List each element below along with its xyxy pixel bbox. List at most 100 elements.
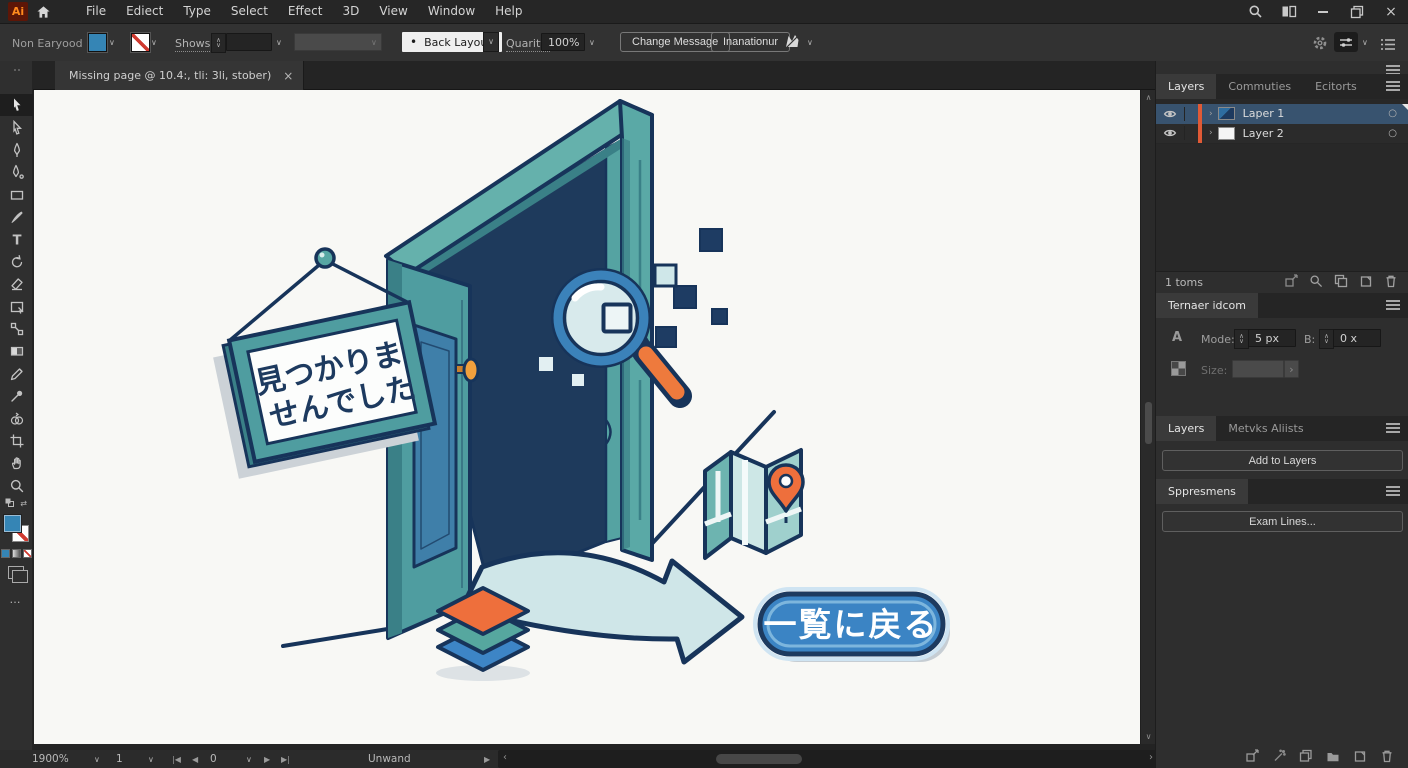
swap-fill-stroke-icon[interactable]: ⇄ xyxy=(20,499,27,508)
eye-icon[interactable] xyxy=(1156,126,1185,140)
artboard-chevron-icon[interactable]: ∨ xyxy=(148,751,154,768)
panel-list-icon[interactable] xyxy=(1380,36,1396,55)
menu-type[interactable]: Type xyxy=(173,0,221,23)
target-circle-icon[interactable]: ○ xyxy=(1388,108,1397,119)
crop-tool-icon[interactable] xyxy=(0,430,33,452)
fill-color-indicator[interactable] xyxy=(4,515,21,532)
export-icon[interactable] xyxy=(1245,749,1259,763)
none-button[interactable] xyxy=(23,549,32,558)
b-stepper[interactable]: ∧ ∨ xyxy=(1319,329,1334,349)
rectangle-tool-icon[interactable] xyxy=(0,184,33,206)
shows-label[interactable]: Shows: xyxy=(175,37,214,52)
touch-widget-icon[interactable] xyxy=(783,31,803,57)
artboard-canvas[interactable]: 見つかりま せんでした xyxy=(34,90,1140,744)
back-layout-chevron[interactable]: ∨ xyxy=(483,32,499,52)
screen-mode-icon[interactable] xyxy=(8,566,24,579)
chevron-down-icon[interactable]: ∨ xyxy=(807,39,813,47)
horizontal-scroll-handle[interactable] xyxy=(716,754,802,764)
trash-icon[interactable] xyxy=(1384,274,1398,288)
artboard-tool-icon[interactable] xyxy=(0,296,33,318)
color-button[interactable] xyxy=(1,549,10,558)
paintbrush-tool-icon[interactable] xyxy=(0,206,33,228)
workspace-switcher-button[interactable] xyxy=(1334,32,1358,52)
close-tab-icon[interactable]: × xyxy=(283,69,293,83)
layer-name[interactable]: Layer 2 xyxy=(1243,127,1389,140)
duplicate-icon[interactable] xyxy=(1299,749,1313,763)
locate-object-icon[interactable] xyxy=(1309,274,1323,288)
chevron-down-icon[interactable]: ∨ xyxy=(589,39,595,47)
ternaer-panel-menu-icon[interactable] xyxy=(1386,300,1400,310)
free-transform-tool-icon[interactable] xyxy=(0,318,33,340)
menu-file[interactable]: File xyxy=(76,0,116,23)
prev-artboard-icon[interactable]: ◀ xyxy=(192,750,198,768)
tab-sppresmens[interactable]: Sppresmens xyxy=(1156,479,1248,504)
zoom-chevron-icon[interactable]: ∨ xyxy=(94,751,100,768)
restore-button[interactable] xyxy=(1340,0,1374,23)
gradient-tool-icon[interactable] xyxy=(0,340,33,362)
layer-thumbnail[interactable] xyxy=(1218,127,1235,140)
map-icon[interactable] xyxy=(705,450,803,558)
layer-name[interactable]: Laper 1 xyxy=(1243,107,1389,120)
gear-icon[interactable] xyxy=(1312,35,1328,55)
rotate-tool-icon[interactable] xyxy=(0,251,33,273)
document-tab[interactable]: Missing page @ 10.4:, tli: 3li, stober) … xyxy=(55,61,304,90)
frame-field[interactable]: 0 xyxy=(210,750,217,768)
stroke-weight-field[interactable] xyxy=(226,33,272,51)
scroll-left-icon[interactable]: ‹ xyxy=(503,752,507,763)
vertical-scrollbar[interactable]: ∧ ∨ xyxy=(1140,90,1155,744)
play-icon[interactable]: ▶ xyxy=(484,750,490,768)
zoom-tool-icon[interactable] xyxy=(0,475,33,497)
chevron-down-icon[interactable]: ∨ xyxy=(1362,39,1368,47)
hand-tool-icon[interactable] xyxy=(0,452,33,474)
target-circle-icon[interactable]: ○ xyxy=(1388,128,1397,139)
close-button[interactable]: × xyxy=(1374,0,1408,23)
inanationur-button[interactable]: Inanationur xyxy=(711,32,790,52)
artboard-number-field[interactable]: 1 xyxy=(116,750,123,768)
layer-row-1[interactable]: › Laper 1 ○ xyxy=(1156,104,1408,125)
new-layer-icon[interactable] xyxy=(1353,749,1367,763)
menu-view[interactable]: View xyxy=(369,0,417,23)
quality-value-field[interactable]: 100% xyxy=(541,33,585,51)
last-artboard-icon[interactable]: ▶| xyxy=(281,750,290,768)
size-expand-button[interactable]: › xyxy=(1284,360,1299,378)
direct-selection-tool-icon[interactable] xyxy=(0,116,33,138)
trash-icon[interactable] xyxy=(1380,749,1394,763)
first-artboard-icon[interactable]: |◀ xyxy=(172,750,181,768)
default-swatches-icon[interactable] xyxy=(5,498,14,509)
vertical-scroll-handle[interactable] xyxy=(1145,402,1152,444)
tab-commuties[interactable]: Commuties xyxy=(1216,74,1303,99)
scroll-down-icon[interactable]: ∨ xyxy=(1141,732,1156,741)
stepper-down-icon[interactable]: ∨ xyxy=(1324,339,1329,344)
eye-icon[interactable] xyxy=(1156,107,1185,121)
tab-ternaer-idcom[interactable]: Ternaer idcom xyxy=(1156,293,1258,318)
selection-tool-icon[interactable] xyxy=(0,94,33,116)
menu-select[interactable]: Select xyxy=(221,0,278,23)
magic-wand-icon[interactable] xyxy=(1272,749,1286,763)
menu-edit[interactable]: Ediect xyxy=(116,0,173,23)
home-icon[interactable] xyxy=(28,0,58,23)
b-value-field[interactable]: 0 x xyxy=(1333,329,1381,347)
scroll-up-icon[interactable]: ∧ xyxy=(1141,93,1156,102)
new-layer-icon[interactable] xyxy=(1359,274,1373,288)
menu-effect[interactable]: Effect xyxy=(278,0,333,23)
tab-layers[interactable]: Layers xyxy=(1156,74,1216,99)
pen-tool-icon[interactable] xyxy=(0,139,33,161)
frame-chevron-icon[interactable]: ∨ xyxy=(246,751,252,768)
fill-stroke-indicator[interactable] xyxy=(0,513,33,543)
layer-thumbnail[interactable] xyxy=(1218,107,1235,120)
tab-metvks-aliists[interactable]: Metvks Aliists xyxy=(1216,416,1315,441)
menu-help[interactable]: Help xyxy=(485,0,532,23)
pencil-tool-icon[interactable] xyxy=(0,363,33,385)
expand-chevron-icon[interactable]: › xyxy=(1209,109,1213,119)
tab-ecitorts[interactable]: Ecitorts xyxy=(1303,74,1369,99)
layer-row-2[interactable]: › Layer 2 ○ xyxy=(1156,124,1408,145)
stepper-down-icon[interactable]: ∨ xyxy=(1239,339,1244,344)
search-icon[interactable] xyxy=(1238,0,1272,23)
chevron-down-icon[interactable]: ∨ xyxy=(151,39,157,47)
layers2-panel-menu-icon[interactable] xyxy=(1386,423,1400,433)
minimize-button[interactable] xyxy=(1306,0,1340,23)
layers-panel-menu-icon[interactable] xyxy=(1386,81,1400,91)
scroll-right-icon[interactable]: › xyxy=(1149,752,1153,763)
edit-toolbar-ellipsis[interactable]: … xyxy=(0,593,32,606)
menu-3d[interactable]: 3D xyxy=(332,0,369,23)
